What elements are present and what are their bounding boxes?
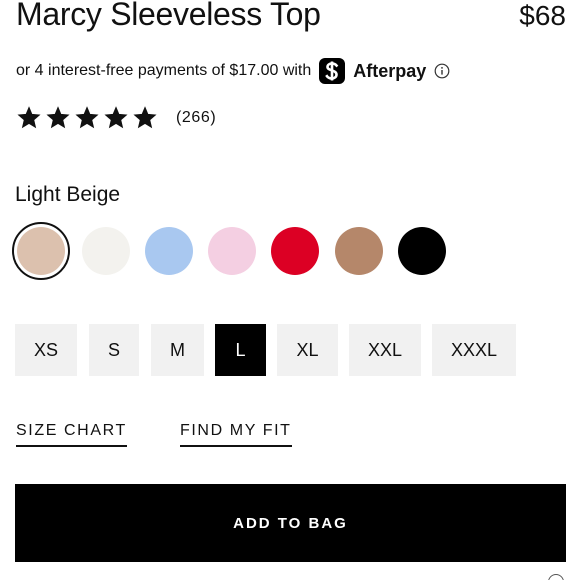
- size-option-s[interactable]: S: [89, 324, 139, 376]
- size-option-l[interactable]: L: [215, 324, 266, 376]
- floating-circle-icon[interactable]: [548, 574, 564, 580]
- size-option-xxxl[interactable]: XXXL: [432, 324, 516, 376]
- review-count[interactable]: (266): [176, 109, 216, 127]
- size-option-xs[interactable]: XS: [15, 324, 77, 376]
- afterpay-brand: Afterpay: [353, 60, 427, 81]
- find-my-fit-link[interactable]: FIND MY FIT: [180, 422, 292, 447]
- product-price: $68: [519, 0, 566, 31]
- color-swatch-black[interactable]: [398, 227, 446, 275]
- size-option-xl[interactable]: XL: [277, 324, 338, 376]
- star-icon: [46, 106, 70, 130]
- afterpay-logo: Afterpay: [319, 58, 426, 84]
- afterpay-row: or 4 interest-free payments of $17.00 wi…: [16, 57, 450, 85]
- size-option-m[interactable]: M: [151, 324, 204, 376]
- product-rating[interactable]: (266): [17, 104, 216, 132]
- star-icon: [17, 106, 41, 130]
- size-chart-link[interactable]: SIZE CHART: [16, 422, 127, 447]
- color-swatch-light-pink[interactable]: [208, 227, 256, 275]
- selected-color-name: Light Beige: [15, 183, 121, 206]
- star-icon: [104, 106, 128, 130]
- add-to-bag-button[interactable]: ADD TO BAG: [15, 484, 566, 562]
- info-icon[interactable]: [434, 63, 450, 79]
- star-rating: [17, 106, 162, 130]
- star-icon: [133, 106, 157, 130]
- color-swatch-light-blue[interactable]: [145, 227, 193, 275]
- color-swatch-white[interactable]: [82, 227, 130, 275]
- afterpay-logo-icon: [319, 58, 346, 84]
- afterpay-text: or 4 interest-free payments of $17.00 wi…: [16, 62, 312, 79]
- color-swatch-fill: [17, 227, 65, 275]
- size-option-xxl[interactable]: XXL: [349, 324, 421, 376]
- color-swatch-tan[interactable]: [335, 227, 383, 275]
- color-swatch-light-beige[interactable]: [12, 222, 70, 280]
- color-swatch-red[interactable]: [271, 227, 319, 275]
- product-title: Marcy Sleeveless Top: [16, 0, 321, 32]
- star-icon: [75, 106, 99, 130]
